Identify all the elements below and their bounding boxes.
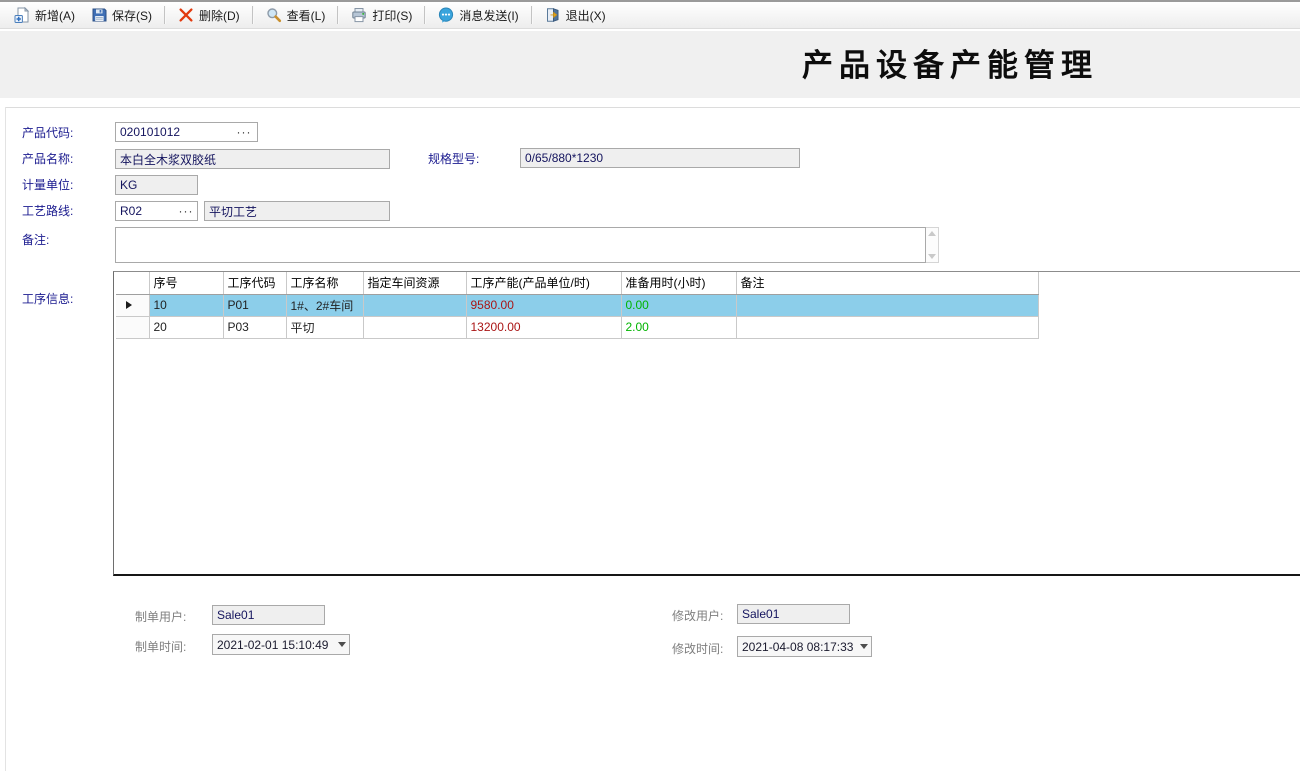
table-row[interactable]: 20 P03 平切 13200.00 2.00 [116,316,1038,338]
row-selector-cell[interactable] [116,294,149,316]
exit-button-label: 退出(X) [566,7,606,24]
save-icon [91,7,107,23]
panel-divider [5,107,1300,108]
panel-left-border [5,107,6,771]
cell-prep[interactable]: 2.00 [621,316,736,338]
toolbar-separator [164,6,166,24]
save-button[interactable]: 保存(S) [83,3,160,28]
cell-capacity[interactable]: 9580.00 [466,294,621,316]
page-title: 产品设备产能管理 [770,40,1130,85]
create-time-dropdown[interactable] [334,635,349,654]
column-header-remark[interactable]: 备注 [736,272,1038,294]
exit-button[interactable]: 退出(X) [537,3,614,28]
cell-capacity[interactable]: 13200.00 [466,316,621,338]
product-name-input[interactable] [115,149,390,169]
modify-time-label: 修改时间: [672,640,723,659]
remark-textarea[interactable] [115,227,926,263]
cell-workshop[interactable] [363,316,466,338]
cell-seq[interactable]: 20 [149,316,223,338]
remark-scrollbar[interactable] [926,227,939,263]
remark-label: 备注: [22,231,49,250]
cell-seq[interactable]: 10 [149,294,223,316]
dropdown-arrow-icon [338,642,346,647]
toolbar: 新增(A) 保存(S) 删除(D) 查看(L) 打印(S) 消息发送(I) [0,0,1300,29]
scroll-down-icon[interactable] [928,254,936,259]
create-time-picker[interactable]: 2021-02-01 15:10:49 [212,634,350,655]
view-icon [266,7,282,23]
cell-remark[interactable] [736,316,1038,338]
table-row[interactable]: 10 P01 1#、2#车间 9580.00 0.00 [116,294,1038,316]
toolbar-separator [531,6,533,24]
print-icon [351,7,367,23]
cell-prep[interactable]: 0.00 [621,294,736,316]
unit-label: 计量单位: [22,176,73,195]
dropdown-arrow-icon [860,644,868,649]
save-button-label: 保存(S) [112,7,152,24]
new-document-icon [14,7,30,23]
delete-icon [178,7,194,23]
print-button-label: 打印(S) [372,7,412,24]
unit-input[interactable] [115,175,198,195]
print-button[interactable]: 打印(S) [343,3,420,28]
new-button-label: 新增(A) [35,7,75,24]
scroll-up-icon[interactable] [928,231,936,236]
cell-workshop[interactable] [363,294,466,316]
column-header-workshop[interactable]: 指定车间资源 [363,272,466,294]
column-header-capacity[interactable]: 工序产能(产品单位/时) [466,272,621,294]
spec-model-label: 规格型号: [428,150,479,169]
cell-remark[interactable] [736,294,1038,316]
grid-header-row: 序号 工序代码 工序名称 指定车间资源 工序产能(产品单位/时) 准备用时(小时… [116,272,1038,294]
app-window: 新增(A) 保存(S) 删除(D) 查看(L) 打印(S) 消息发送(I) [0,0,1300,771]
view-button[interactable]: 查看(L) [258,3,334,28]
creator-input[interactable] [212,605,325,625]
product-code-label: 产品代码: [22,124,73,143]
modifier-input[interactable] [737,604,850,624]
send-message-button-label: 消息发送(I) [459,7,518,24]
modify-time-picker[interactable]: 2021-04-08 08:17:33 [737,636,872,657]
delete-button[interactable]: 删除(D) [170,3,248,28]
create-time-value: 2021-02-01 15:10:49 [213,638,334,652]
send-message-button[interactable]: 消息发送(I) [430,3,526,28]
cell-name[interactable]: 1#、2#车间 [286,294,363,316]
cell-name[interactable]: 平切 [286,316,363,338]
product-code-browse-button[interactable]: ··· [233,123,255,141]
column-header-name[interactable]: 工序名称 [286,272,363,294]
create-time-label: 制单时间: [135,638,186,657]
delete-button-label: 删除(D) [199,7,240,24]
spec-model-input[interactable] [520,148,800,168]
creator-label: 制单用户: [135,608,186,627]
modifier-label: 修改用户: [672,607,723,626]
new-button[interactable]: 新增(A) [6,3,83,28]
modify-time-dropdown[interactable] [856,637,871,656]
toolbar-separator [252,6,254,24]
message-icon [438,7,454,23]
grid-selector-header[interactable] [116,272,149,294]
cell-code[interactable]: P01 [223,294,286,316]
route-name-input[interactable] [204,201,390,221]
column-header-code[interactable]: 工序代码 [223,272,286,294]
toolbar-separator [424,6,426,24]
column-header-prep[interactable]: 准备用时(小时) [621,272,736,294]
current-row-arrow-icon [126,301,132,309]
modify-time-value: 2021-04-08 08:17:33 [738,640,856,654]
route-label: 工艺路线: [22,202,73,221]
column-header-seq[interactable]: 序号 [149,272,223,294]
process-grid: 序号 工序代码 工序名称 指定车间资源 工序产能(产品单位/时) 准备用时(小时… [113,271,1300,576]
product-name-label: 产品名称: [22,150,73,169]
process-grid-table: 序号 工序代码 工序名称 指定车间资源 工序产能(产品单位/时) 准备用时(小时… [116,272,1039,339]
row-selector-cell[interactable] [116,316,149,338]
route-browse-button[interactable]: ··· [175,202,197,220]
process-info-label: 工序信息: [22,290,73,309]
toolbar-separator [337,6,339,24]
exit-icon [545,7,561,23]
cell-code[interactable]: P03 [223,316,286,338]
view-button-label: 查看(L) [287,7,326,24]
